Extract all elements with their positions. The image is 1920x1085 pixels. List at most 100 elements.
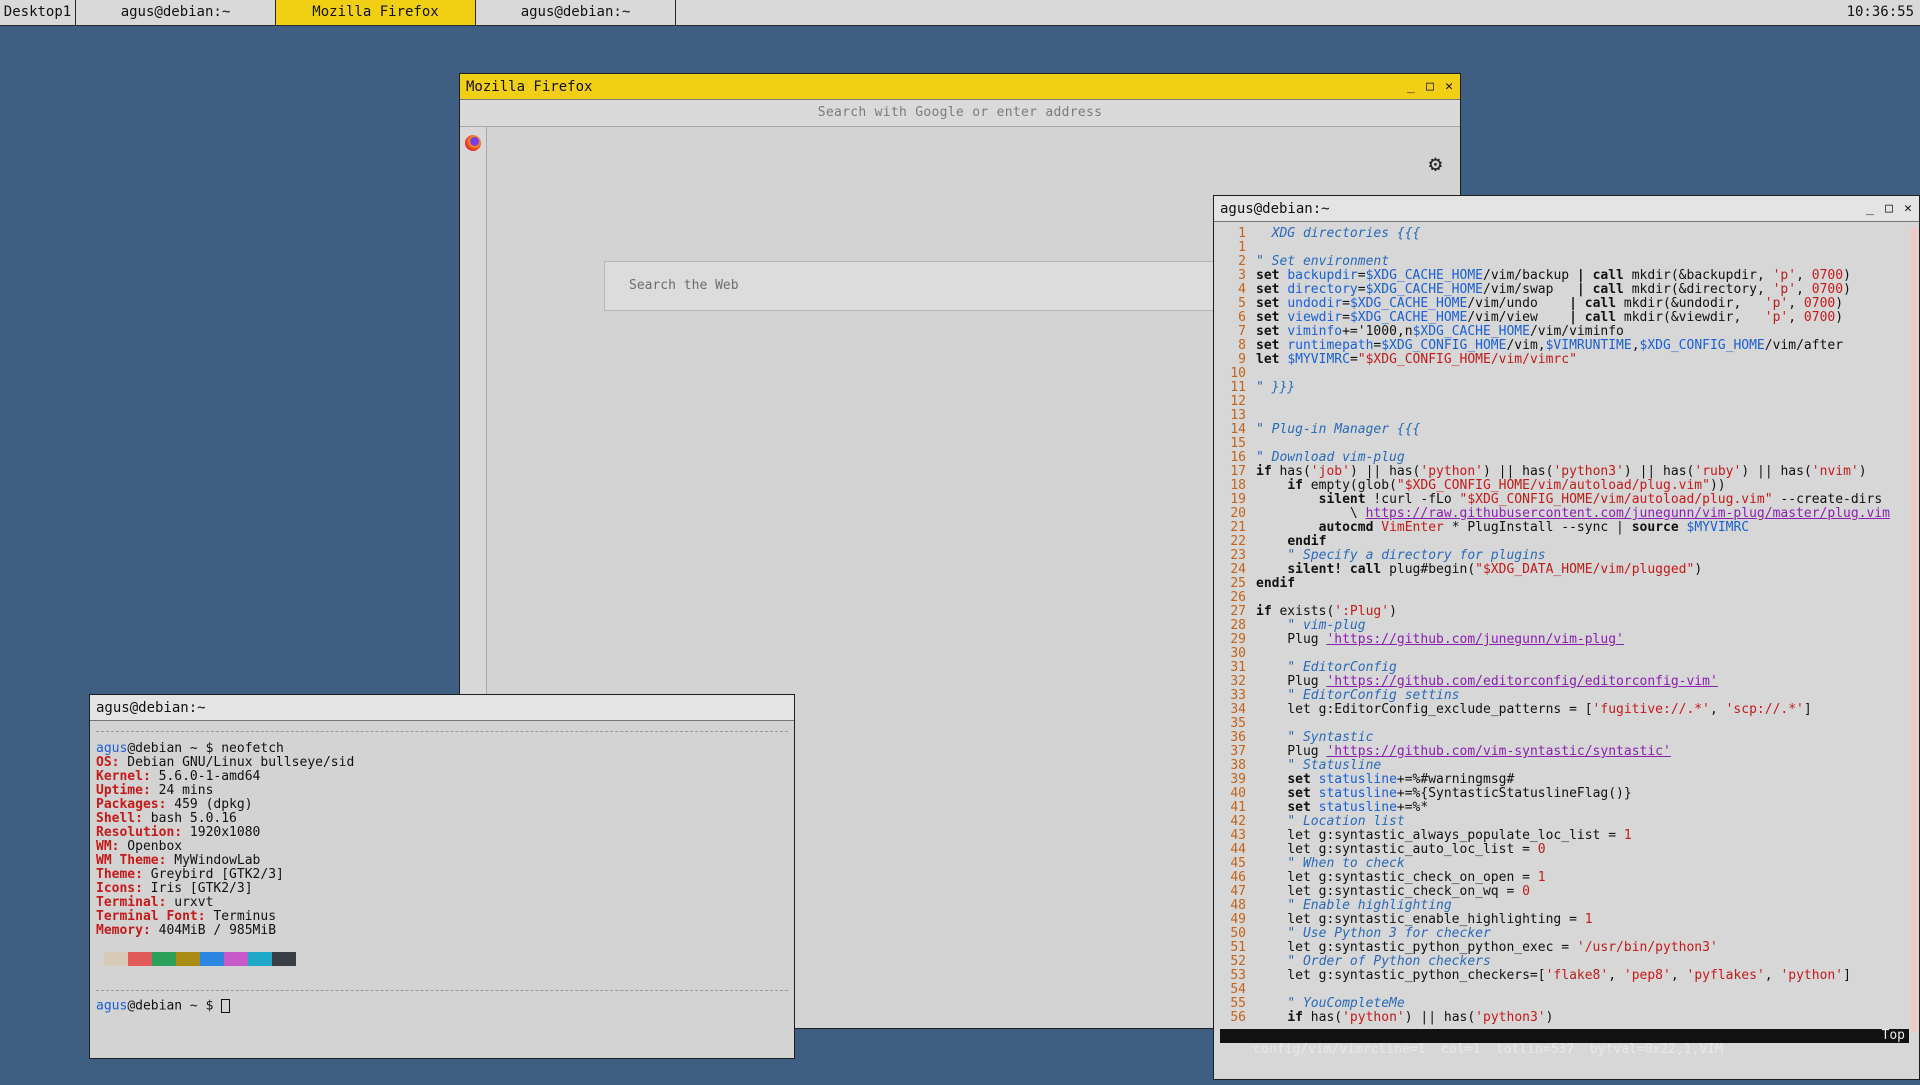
code-token: $XDG_CACHE_HOME <box>1365 282 1483 297</box>
code-token: backupdir <box>1287 268 1358 283</box>
line-number: 31 <box>1230 660 1246 675</box>
code-token: , <box>1788 296 1804 311</box>
code-token: 'p' <box>1772 268 1797 283</box>
color-swatch <box>152 952 176 966</box>
code-line: 15 <box>1220 437 1909 451</box>
code-token: 'https://github.com/editorconfig/editorc… <box>1326 674 1718 689</box>
code-token: 'python3' <box>1475 1010 1546 1025</box>
code-token: set <box>1256 268 1288 283</box>
divider <box>96 731 788 732</box>
gear-icon[interactable]: ⚙ <box>1429 152 1442 177</box>
code-token: /vim/backup <box>1483 268 1577 283</box>
neofetch-key: Theme: <box>96 867 143 882</box>
code-line: 45 " When to check <box>1220 857 1909 871</box>
code-token: " Download vim-plug <box>1256 450 1405 465</box>
code-line: 34 let g:EditorConfig_exclude_patterns =… <box>1220 703 1909 717</box>
code-token: /vim/after <box>1764 338 1844 353</box>
line-number: 50 <box>1230 926 1246 941</box>
neofetch-line: Resolution: 1920x1080 <box>96 826 788 840</box>
code-line: 31 " EditorConfig <box>1220 661 1909 675</box>
code-token: directory <box>1287 282 1358 297</box>
code-line: 33 " EditorConfig settins <box>1220 689 1909 703</box>
line-number: 29 <box>1230 632 1246 647</box>
taskbar: Desktop1 agus@debian:~ Mozilla Firefox a… <box>0 0 1920 26</box>
code-line: 14 " Plug-in Manager {{{ <box>1220 423 1909 437</box>
line-number: 34 <box>1230 702 1246 717</box>
scrollbar[interactable] <box>1911 227 1917 1032</box>
code-line: 36 " Syntastic <box>1220 731 1909 745</box>
code-token: undodir <box>1287 296 1343 311</box>
prompt-host: @debian ~ $ <box>127 998 222 1014</box>
neofetch-value: urxvt <box>166 895 214 910</box>
code-token: 'python' <box>1342 1010 1405 1025</box>
code-token: endif <box>1256 576 1296 591</box>
neofetch-key: Resolution: <box>96 825 183 840</box>
terminal-titlebar[interactable]: agus@debian:~ _ □ ✕ <box>1214 196 1919 222</box>
code-token: 'p' <box>1764 310 1789 325</box>
line-number: 24 <box>1230 562 1246 577</box>
code-token: | call <box>1569 296 1624 311</box>
code-line: 54 <box>1220 983 1909 997</box>
code-token: statusline <box>1318 800 1397 815</box>
code-token: XDG directories {{{ <box>1271 227 1421 241</box>
close-icon[interactable]: ✕ <box>1444 74 1454 100</box>
neofetch-key: Uptime: <box>96 783 151 798</box>
code-token: $XDG_CONFIG_HOME <box>1381 338 1507 353</box>
line-number: 40 <box>1230 786 1246 801</box>
neofetch-line: Packages: 459 (dpkg) <box>96 798 788 812</box>
code-line: 56 if has('python') || has('python3') <box>1220 1011 1909 1025</box>
line-number: 53 <box>1230 968 1246 983</box>
maximize-icon[interactable]: □ <box>1884 196 1894 222</box>
neofetch-line: Icons: Iris [GTK2/3] <box>96 882 788 896</box>
code-token: /vim/viminfo <box>1529 324 1624 339</box>
code-token: 'p' <box>1772 282 1797 297</box>
code-token: 'ruby' <box>1694 464 1742 479</box>
code-token: /vim/swap <box>1483 282 1577 297</box>
code-token: ) <box>1835 296 1844 311</box>
code-token: 'job' <box>1310 464 1350 479</box>
window-title: Mozilla Firefox <box>466 79 593 95</box>
code-token: \ <box>1256 506 1366 521</box>
taskbar-item-terminal-1[interactable]: agus@debian:~ <box>76 0 276 25</box>
code-token: has( <box>1279 464 1311 479</box>
code-token: '/usr/bin/python3' <box>1576 940 1718 955</box>
terminal-titlebar[interactable]: agus@debian:~ <box>90 695 794 721</box>
taskbar-desktop[interactable]: Desktop1 <box>0 0 76 25</box>
terminal-body[interactable]: agus@debian ~ $ neofetch OS: Debian GNU/… <box>90 721 794 1020</box>
vim-editor[interactable]: 1 XDG directories {{{1 2 " Set environment… <box>1220 227 1909 1043</box>
firefox-titlebar[interactable]: Mozilla Firefox _ □ ✕ <box>460 74 1460 100</box>
code-token: mkdir(&directory, <box>1631 282 1773 297</box>
taskbar-item-firefox[interactable]: Mozilla Firefox <box>276 0 476 25</box>
code-token: https://raw.githubusercontent.com/junegu… <box>1365 506 1890 521</box>
minimize-icon[interactable]: _ <box>1406 74 1416 100</box>
code-token: statusline <box>1318 772 1397 787</box>
neofetch-line: OS: Debian GNU/Linux bullseye/sid <box>96 756 788 770</box>
line-number: 48 <box>1230 898 1246 913</box>
code-token: 'python3' <box>1553 464 1624 479</box>
code-line: 1 <box>1220 241 1909 255</box>
code-line: 27 if exists(':Plug') <box>1220 605 1909 619</box>
neofetch-line: Terminal Font: Terminus <box>96 910 788 924</box>
close-icon[interactable]: ✕ <box>1903 196 1913 222</box>
code-line: 28 " vim-plug <box>1220 619 1909 633</box>
code-line: 16 " Download vim-plug <box>1220 451 1909 465</box>
minimize-icon[interactable]: _ <box>1865 196 1875 222</box>
code-line: 48 " Enable highlighting <box>1220 899 1909 913</box>
maximize-icon[interactable]: □ <box>1425 74 1435 100</box>
taskbar-item-terminal-2[interactable]: agus@debian:~ <box>476 0 676 25</box>
code-token: = <box>1357 282 1366 297</box>
line-number: 27 <box>1230 604 1246 619</box>
code-token: 0700 <box>1811 282 1844 297</box>
code-line: 18 if empty(glob("$XDG_CONFIG_HOME/vim/a… <box>1220 479 1909 493</box>
code-token: if <box>1287 478 1311 493</box>
code-line: 1 XDG directories {{{ <box>1220 227 1909 241</box>
code-token: silent! call <box>1287 562 1390 577</box>
code-token: 'p' <box>1764 296 1789 311</box>
line-number: 44 <box>1230 842 1246 857</box>
address-bar[interactable]: Search with Google or enter address <box>460 100 1460 127</box>
code-token: set <box>1256 310 1288 325</box>
